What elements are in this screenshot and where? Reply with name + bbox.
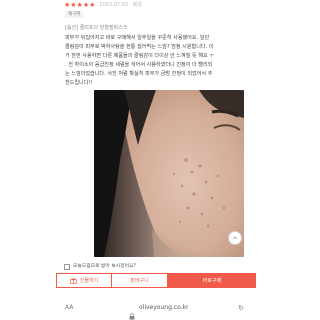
gift-icon — [70, 278, 77, 284]
product-option: [옵션] 클리프의 당월필마스크 — [65, 25, 128, 31]
today-delivery-label: 오늘드림으로 받아 보시겠어요? — [73, 264, 136, 269]
review-line: . 전 하이소이 음급진정 세럼을 섞어서 사용하였더니 진정이 더 빨리되 — [65, 62, 213, 68]
review-line: 피부가 뒤집어지고 바로 구매해서 일주일을 꾸준히 사용했어요. 일단 — [65, 35, 210, 41]
buy-now-label: 바로구매 — [202, 278, 222, 284]
gift-button[interactable]: 선물하기 — [56, 273, 112, 288]
review-text: 피부가 뒤집어지고 바로 구매해서 일주일을 꾸준히 사용했어요. 일단 클링감… — [65, 34, 255, 88]
star-rating: ★★★★★ — [64, 1, 96, 9]
today-delivery-checkbox[interactable] — [64, 263, 70, 270]
scroll-top-button[interactable] — [228, 231, 242, 245]
review-date: 2023.07.03 · 메일 — [99, 2, 142, 8]
review-card: ★★★★★ 2023.07.03 · 메일 재구매 [옵션] 클리프의 당월필마… — [0, 0, 320, 268]
buy-now-button[interactable]: 바로구매 — [168, 273, 256, 288]
browser-address-bar: AA oliveyoung.co.kr ↻ — [56, 300, 256, 320]
rating-row: ★★★★★ 2023.07.03 · 메일 — [64, 1, 142, 9]
review-line: 는 느낌이었습니다. 사진 처럼 확실히 피부가 금방 진정이 되었어서 추 — [65, 71, 213, 77]
review-line: 거 한번 사용하면 다른 제품들의 클링감이 다이상 안 느껴질 듯 해요 ㅜ — [65, 53, 215, 59]
reader-settings-button[interactable]: AA — [65, 304, 73, 311]
lock-icon — [129, 305, 135, 320]
repurchase-badge: 재구매 — [65, 11, 84, 18]
scroll-top-icon — [232, 236, 238, 240]
review-photo[interactable] — [94, 90, 244, 257]
url-field[interactable]: oliveyoung.co.kr — [139, 304, 189, 311]
reload-icon[interactable]: ↻ — [238, 304, 244, 312]
review-line: 클링감이 피부로 박하사탕을 한통 씹어먹는 느낌? 엄청 시원합니다. 이 — [65, 44, 214, 50]
cart-label: 장바구니 — [130, 278, 149, 284]
today-delivery-option[interactable]: 오늘드림으로 받아 보시겠어요? — [64, 263, 136, 270]
review-line: 천드립니다!! — [65, 80, 93, 86]
purchase-bar: 선물하기 장바구니 바로구매 — [56, 273, 256, 288]
gift-label: 선물하기 — [79, 278, 99, 284]
cart-button[interactable]: 장바구니 — [112, 273, 168, 288]
